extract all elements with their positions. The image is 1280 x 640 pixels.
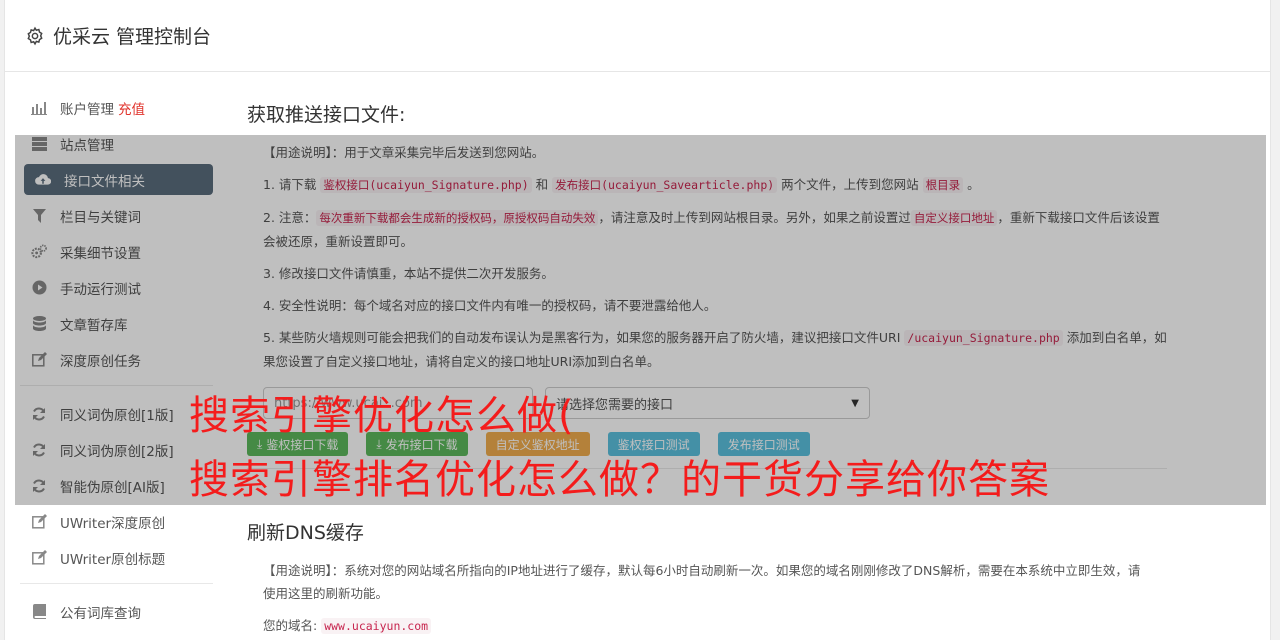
sidebar-item-public-lexicon[interactable]: 公有词库查询 [20,596,213,627]
domain-label: 您的域名: [263,618,318,633]
section-title: 刷新DNS缓存 [247,522,364,544]
overlay-headline-1: 搜索引擎优化怎么做( [189,393,575,439]
book-icon [31,604,47,620]
sidebar-item-uwriter-deep[interactable]: UWriter深度原创 [20,506,213,537]
sidebar-item-label: 账户管理 [60,101,114,118]
gear-icon [27,26,43,45]
app-title: 优采云 管理控制台 [53,26,212,48]
overlay-headline-2: 搜索引擎排名优化怎么做？的干货分享给你答案 [189,457,1050,503]
domain-row: 您的域名: www.ucaiyun.com [247,614,1147,638]
sidebar-item-label: UWriter深度原创 [60,515,166,532]
dim-overlay [15,135,1266,505]
edit-icon [31,514,47,530]
sidebar-item-label: 公有词库查询 [60,605,141,622]
sidebar-item-label: UWriter原创标题 [60,551,166,568]
domain-value: www.ucaiyun.com [321,618,432,634]
app-header: 优采云 管理控制台 [5,0,1270,72]
sidebar-divider [20,583,213,584]
sidebar-item-account[interactable]: 账户管理 充值 [20,92,213,123]
bar-chart-icon [31,100,47,116]
sidebar-item-uwriter-title[interactable]: UWriter原创标题 [20,542,213,573]
edit-icon [31,550,47,566]
dns-section: 刷新DNS缓存 【用途说明】：系统对您的网站域名所指向的IP地址进行了缓存，默认… [247,518,1147,640]
dns-usage-text: 【用途说明】：系统对您的网站域名所指向的IP地址进行了缓存，默认每6小时自动刷新… [263,563,1141,601]
recharge-link[interactable]: 充值 [118,98,145,118]
section-title: 获取推送接口文件: [247,104,406,126]
